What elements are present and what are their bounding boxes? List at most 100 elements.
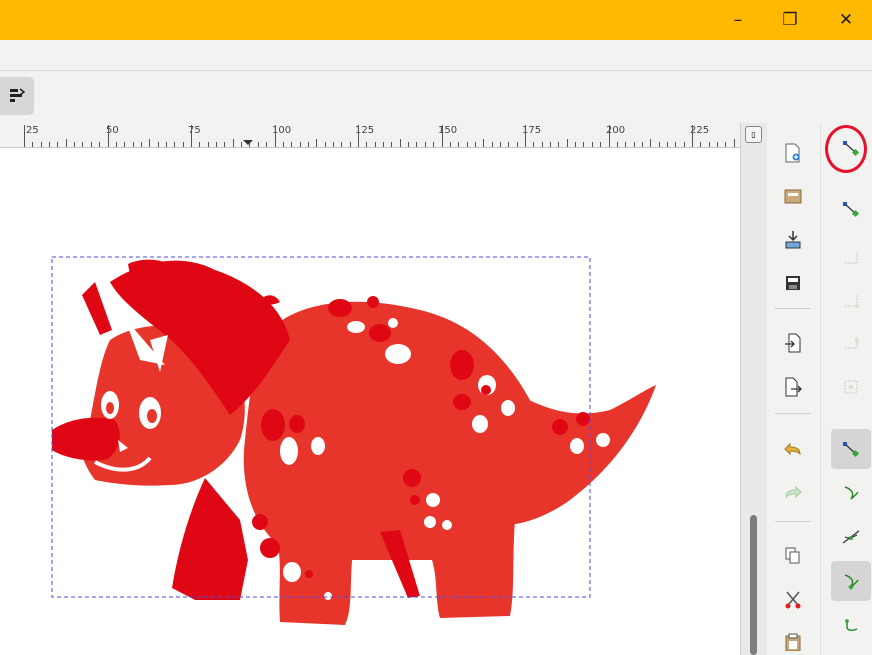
copy-icon [785,547,800,564]
ruler-tick [257,142,259,147]
ruler-tick [399,139,401,147]
horizontal-ruler[interactable]: 25 50 75 100 125 150 175 200 225 [0,123,742,148]
ruler-tick [733,139,735,147]
ruler-tick [483,139,485,147]
copy-button[interactable] [780,543,806,569]
ruler-tick [24,125,25,147]
ruler-tick [416,142,418,147]
ruler-tick [65,139,67,147]
snap-smooth-icon [845,619,858,632]
ruler-tick [40,142,42,147]
ruler-tick [666,142,668,147]
ruler-tick [157,142,159,147]
ruler-tick [550,142,551,147]
ruler-label: 25 [26,125,39,136]
ruler-tick [174,142,176,147]
redo-button[interactable] [780,480,806,506]
ruler-tick [499,142,501,147]
cut-button[interactable] [780,587,806,613]
redo-icon [785,485,802,499]
snap-bbox-button[interactable] [831,238,871,278]
ruler-tick [708,142,710,147]
ruler-tick [90,142,92,147]
snap-corner-icon [845,295,859,308]
undo-icon [784,442,801,456]
open-button[interactable] [780,183,806,209]
maximize-button[interactable]: ❐ [764,0,816,40]
ruler-label: 75 [188,125,201,136]
ruler-tick [199,142,201,147]
ruler-tick [466,142,468,147]
ruler-tick [449,142,451,147]
ruler-tick [391,142,393,147]
snap-edge-button[interactable] [831,323,871,363]
snap-nodes-button[interactable] [831,189,871,229]
ruler-tick [641,142,643,147]
ruler-tick [266,142,268,147]
ruler-tick [149,139,151,147]
ruler-tick [383,142,385,147]
paste-icon [785,633,801,651]
toolbar-overflow-button[interactable] [0,77,34,115]
ruler-tick [140,142,142,147]
separator [775,521,811,522]
save-button[interactable] [780,270,806,296]
ruler-tick [124,142,126,147]
undo-button[interactable] [780,437,806,463]
ruler-tick [274,125,276,147]
snap-corner-button[interactable] [831,281,871,321]
snap-paths-button[interactable] [831,429,871,469]
snap-bbox-icon [845,252,858,264]
ruler-tick [324,142,326,147]
ruler-tick [424,142,426,147]
snap-intersection-button[interactable] [831,517,871,557]
ruler-tick [82,142,84,147]
separator [775,413,811,414]
ruler-tick [216,142,217,147]
vertical-scrollbar[interactable]: ▯ [740,123,767,655]
ruler-tick [191,125,192,147]
snap-cusp-button[interactable] [831,561,871,601]
highlight-circle [825,125,867,173]
minimize-button[interactable]: – [712,0,764,40]
ruler-tick [374,142,376,147]
ruler-tick [241,142,243,147]
ruler-tick [207,142,209,147]
snap-nodes-icon [843,202,860,218]
commands-bar [767,123,819,655]
ruler-tick [307,142,309,147]
ruler-tick [232,139,234,147]
ruler-tick [358,125,359,147]
ruler-tick [516,142,518,147]
ruler-position-marker [243,140,253,145]
ruler-tick [508,142,510,147]
snap-path-node-button[interactable] [831,473,871,513]
ruler-tick [282,142,284,147]
paste-button[interactable] [780,629,806,655]
ruler-tick [366,142,368,147]
scroll-thumb[interactable] [750,515,757,655]
new-document-button[interactable] [780,140,806,166]
ruler-tick [57,142,59,147]
lock-icon: ▯ [751,130,756,139]
export-icon [785,377,802,397]
ruler-tick [533,142,535,147]
ruler-tick [32,142,34,147]
ruler-tick [575,142,577,147]
new-document-icon [785,143,800,163]
import-bitmap-button[interactable] [780,330,806,356]
import-button[interactable] [780,227,806,253]
ruler-tick [316,139,318,147]
ruler-tick [583,142,585,147]
drawing-canvas[interactable] [0,148,740,655]
export-button[interactable] [780,374,806,400]
ruler-tick [49,142,50,147]
lock-guides-button[interactable]: ▯ [745,126,762,143]
close-button[interactable]: ✕ [820,0,872,40]
snap-smooth-button[interactable] [831,607,871,647]
snap-cusp-icon [844,574,859,590]
ruler-tick [224,142,226,147]
dinosaur-drawing[interactable] [0,148,740,655]
snap-midpoint-button[interactable] [831,367,871,407]
ruler-tick [633,142,635,147]
